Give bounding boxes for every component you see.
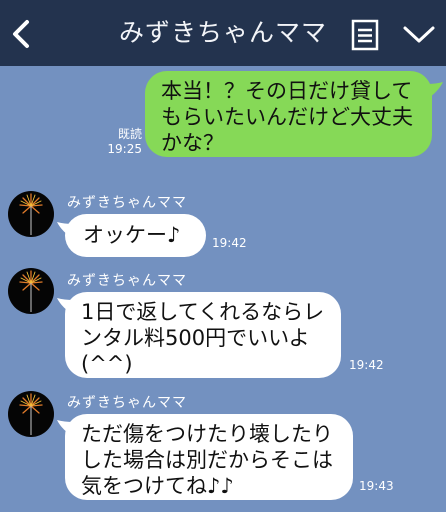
message-bubble[interactable]: 1日で返してくれるならレンタル料500円でいいよ(^^) — [65, 292, 341, 378]
chat-title: みずきちゃんママ — [118, 18, 327, 47]
sender-name: みずきちゃんママ — [67, 395, 187, 411]
read-receipt: 既読 19:25 — [100, 127, 142, 157]
message-bubble[interactable]: 本当！？その日だけ貸してもらいたいんだけど大丈夫かな？ — [145, 71, 432, 157]
message-time: 19:42 — [349, 358, 384, 372]
sender-name: みずきちゃんママ — [67, 195, 187, 211]
back-icon[interactable] — [8, 18, 36, 50]
chat-header: みずきちゃんママ — [0, 0, 446, 66]
message-bubble[interactable]: ただ傷をつけたり壊したりした場合は別だからそこは気をつけてね♪♪ — [65, 414, 353, 500]
message-time: 19:42 — [212, 236, 247, 250]
fireworks-icon — [19, 270, 43, 312]
chevron-down-icon[interactable] — [402, 25, 436, 45]
sender-name: みずきちゃんママ — [67, 273, 187, 289]
avatar[interactable] — [8, 191, 54, 237]
message-time: 19:43 — [359, 479, 394, 493]
read-label: 既読 — [117, 127, 142, 141]
fireworks-icon — [19, 393, 43, 435]
note-icon[interactable] — [351, 19, 379, 51]
message-bubble[interactable]: オッケー♪ — [65, 214, 206, 257]
message-time: 19:25 — [107, 142, 142, 156]
avatar[interactable] — [8, 391, 54, 437]
avatar[interactable] — [8, 268, 54, 314]
fireworks-icon — [19, 193, 43, 235]
